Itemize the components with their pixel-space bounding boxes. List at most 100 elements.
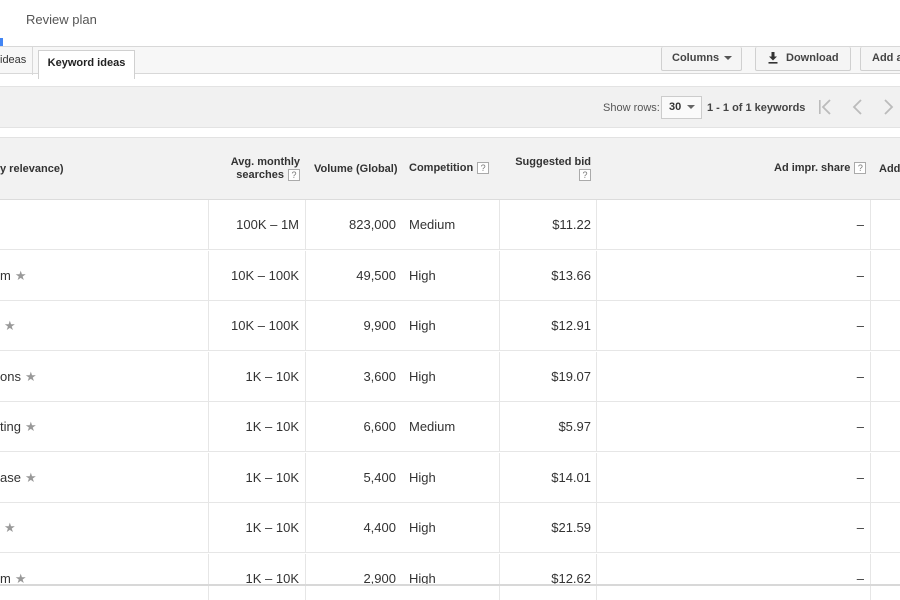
star-icon[interactable]: ★ [25, 453, 37, 503]
header-avg-monthly-searches[interactable]: Avg. monthly searches? [226, 156, 300, 182]
keyword-cell: ★ [0, 503, 16, 553]
download-label: Download [786, 52, 839, 64]
tab-ad-group-ideas[interactable]: ideas [0, 47, 33, 75]
avg-monthly-searches-cell: 1K – 10K [245, 520, 300, 535]
help-icon[interactable]: ? [288, 169, 300, 182]
column-divider [305, 250, 306, 301]
suggested-bid-cell: $11.22 [552, 217, 591, 232]
column-divider [305, 301, 306, 351]
column-divider [870, 200, 871, 250]
suggested-bid-cell: $19.07 [551, 368, 591, 384]
competition-cell: High [409, 368, 436, 384]
columns-button[interactable]: Columns [661, 47, 742, 71]
column-divider [499, 452, 500, 503]
review-plan-link[interactable]: Review plan [26, 12, 97, 27]
ad-impr-share-cell: – [856, 267, 864, 283]
add-to-plan-button[interactable]: Add a [860, 47, 900, 71]
suggested-bid-cell: $13.66 [551, 267, 591, 283]
competition-cell: High [409, 267, 436, 283]
column-divider [208, 200, 209, 250]
rows-value: 30 [669, 101, 682, 113]
star-icon[interactable]: ★ [15, 251, 27, 301]
table-row[interactable]: ★ 1K – 10K 4,400 High $21.59 – [0, 503, 900, 553]
volume-cell: 3,600 [363, 368, 396, 384]
column-divider [870, 301, 871, 351]
table-row[interactable]: ★ 10K – 100K 9,900 High $12.91 – [0, 301, 900, 351]
help-icon[interactable]: ? [477, 162, 490, 175]
star-icon[interactable]: ★ [25, 402, 37, 452]
avg-monthly-searches-cell: 10K – 100K [231, 318, 299, 333]
volume-cell: 4,400 [363, 520, 396, 535]
table-row[interactable]: m ★ 10K – 100K 49,500 High $13.66– [0, 250, 900, 301]
column-divider [499, 351, 500, 402]
competition-cell: Medium [409, 419, 456, 434]
suggested-bid-cell: $21.59 [551, 520, 591, 535]
add-label: Add a [872, 52, 900, 64]
star-icon[interactable]: ★ [4, 301, 16, 351]
header-avg-line1: Avg. monthly [230, 156, 300, 168]
keyword-text[interactable]: ting [0, 419, 21, 434]
competition-cell: Medium [409, 217, 456, 232]
prev-page-icon[interactable] [848, 97, 868, 117]
volume-cell: 2,900 [363, 570, 396, 586]
column-divider [305, 503, 306, 553]
competition-cell: High [409, 318, 436, 333]
avg-monthly-searches-cell: 10K – 100K [231, 267, 299, 283]
column-divider [499, 553, 500, 600]
download-button[interactable]: Download [755, 47, 851, 71]
page-info: 1 - 1 of 1 keywords [707, 102, 806, 114]
column-divider [208, 452, 209, 503]
table-header: y relevance) Avg. monthly searches? Volu… [0, 137, 900, 200]
header-ad-impr-share[interactable]: Ad impr. share? [774, 162, 867, 175]
download-icon [768, 52, 778, 64]
header-suggested-bid[interactable]: Suggested bid ? [505, 156, 591, 182]
chevron-down-icon [724, 56, 733, 61]
show-rows-label: Show rows: [603, 102, 660, 114]
ad-impr-share-cell: – [856, 318, 864, 333]
suggested-bid-cell: $5.97 [558, 419, 591, 434]
keyword-text[interactable]: m [0, 268, 11, 283]
table-row[interactable]: 100K – 1M 823,000 Medium $11.22 – [0, 200, 900, 250]
header-competition[interactable]: Competition? [409, 162, 490, 175]
help-icon[interactable]: ? [579, 169, 591, 182]
table-row[interactable]: ting ★ 1K – 10K 6,600 Medium $5.97 – [0, 402, 900, 452]
rows-per-page-select[interactable]: 30 [661, 96, 702, 119]
header-add: Add [879, 163, 900, 175]
column-divider [596, 452, 597, 503]
table-row[interactable]: ase ★ 1K – 10K 5,400 High $14.01 – [0, 452, 900, 503]
ad-impr-share-cell: – [856, 520, 864, 535]
column-divider [208, 503, 209, 553]
column-divider [596, 402, 597, 452]
header-volume-global[interactable]: Volume (Global) [314, 163, 398, 175]
first-page-icon[interactable] [815, 97, 835, 117]
star-icon[interactable]: ★ [4, 503, 16, 553]
pager-bar: Show rows: 30 1 - 1 of 1 keywords [0, 86, 900, 128]
column-divider [870, 553, 871, 600]
header-bid-label: Suggested bid [515, 156, 591, 168]
column-divider [208, 351, 209, 402]
header-ad-share-label: Ad impr. share [774, 162, 851, 174]
avg-monthly-searches-cell: 1K – 10K [245, 570, 300, 586]
column-divider [596, 301, 597, 351]
table-row[interactable]: ons ★ 1K – 10K 3,600 High $19.07 – [0, 351, 900, 402]
suggested-bid-cell: $14.01 [551, 469, 591, 485]
column-divider [499, 503, 500, 553]
next-page-icon[interactable] [878, 97, 898, 117]
header-keyword[interactable]: y relevance) [0, 163, 64, 175]
column-divider [499, 301, 500, 351]
keyword-text[interactable]: ons [0, 369, 21, 384]
table-row[interactable]: m ★ 1K – 10K 2,900 High $12.62 – [0, 553, 900, 600]
tab-bar: ideas Keyword ideas Columns Download Add… [0, 46, 900, 79]
suggested-bid-cell: $12.62 [551, 570, 591, 586]
table-bottom-border [0, 584, 900, 586]
help-icon[interactable]: ? [854, 162, 867, 175]
keyword-text[interactable]: ase [0, 470, 21, 485]
volume-cell: 6,600 [363, 419, 396, 434]
suggested-bid-cell: $12.91 [551, 318, 591, 333]
header-avg-line2: searches [236, 169, 284, 181]
star-icon[interactable]: ★ [25, 352, 37, 402]
column-divider [596, 250, 597, 301]
tab-keyword-ideas[interactable]: Keyword ideas [38, 50, 135, 79]
top-bar: Review plan [0, 0, 900, 46]
star-icon[interactable]: ★ [15, 554, 27, 600]
